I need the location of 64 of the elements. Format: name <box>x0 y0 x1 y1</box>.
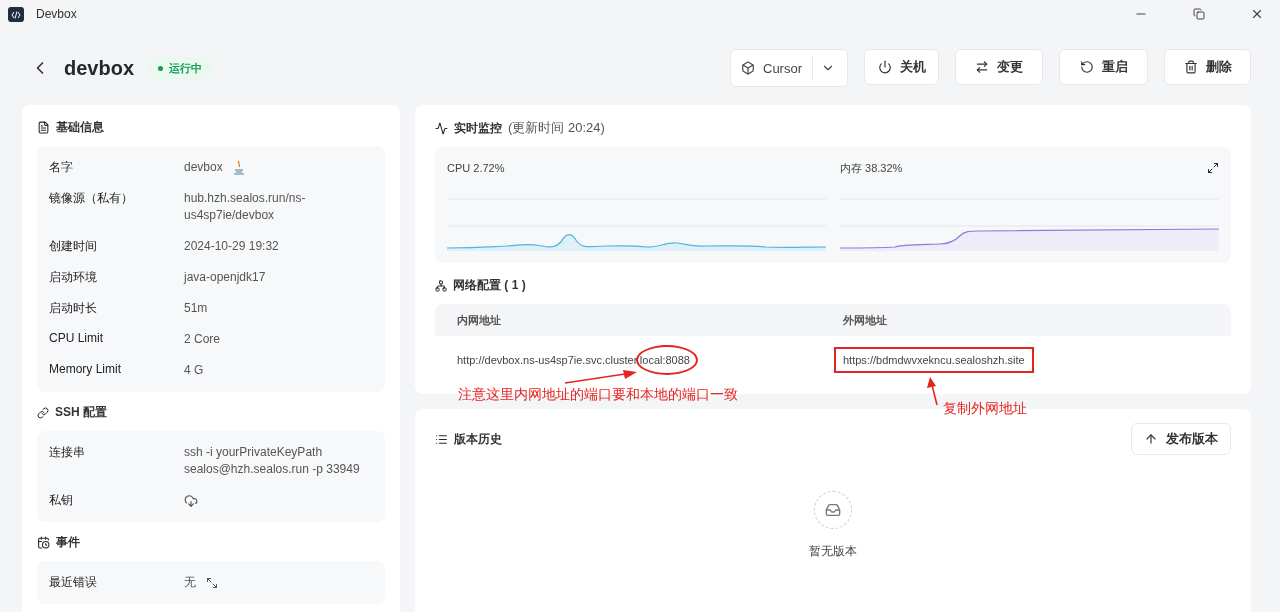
list-icon <box>435 432 448 446</box>
power-icon <box>877 60 892 74</box>
shutdown-button[interactable]: 关机 <box>864 49 939 85</box>
annotation-arrow <box>565 370 637 384</box>
app-icon <box>8 6 24 22</box>
close-icon <box>1250 7 1264 21</box>
restart-button[interactable]: 重启 <box>1059 49 1148 85</box>
field-label: 启动环境 <box>49 269 98 286</box>
section-title: 网络配置 ( 1 ) <box>453 277 526 294</box>
field-label: CPU Limit <box>49 331 104 347</box>
field-label: Memory Limit <box>49 362 122 378</box>
network-icon <box>435 279 447 292</box>
field-label: 最近错误 <box>49 574 98 591</box>
link-icon <box>37 406 49 419</box>
field-value: java-openjdk17 <box>184 269 266 286</box>
section-title: 基础信息 <box>56 119 104 136</box>
field-label: 创建时间 <box>49 238 98 255</box>
section-title: 事件 <box>56 534 80 551</box>
section-title: 实时监控 <box>454 119 502 137</box>
publish-button[interactable]: 发布版本 <box>1131 423 1231 455</box>
download-icon[interactable] <box>184 493 198 508</box>
field-value: devbox <box>184 159 223 176</box>
status-badge: 运行中 <box>148 56 213 80</box>
annotation-arrow <box>927 377 939 405</box>
section-title: 版本历史 <box>454 430 502 448</box>
upload-icon <box>1144 432 1158 446</box>
empty-text: 暂无版本 <box>809 543 857 560</box>
field-value: 2 Core <box>184 331 221 348</box>
field-value: 51m <box>184 300 208 317</box>
devbox-name: devbox <box>64 56 135 80</box>
chart-icon <box>435 121 448 135</box>
field-value: 无 <box>184 574 196 591</box>
ide-button[interactable]: Cursor <box>731 57 813 79</box>
field-label: 镜像源（私有） <box>49 190 134 207</box>
annotation-text: 复制外网地址 <box>943 400 1027 418</box>
field-label: 连接串 <box>49 444 86 461</box>
delete-icon <box>1183 60 1198 74</box>
field-label: 启动时长 <box>49 300 98 317</box>
update-time: (更新时间 20:24) <box>508 119 605 137</box>
cube-icon <box>741 61 755 75</box>
field-label: 私钥 <box>49 492 74 509</box>
restore-icon <box>1193 8 1205 20</box>
expand-icon[interactable] <box>1207 162 1219 174</box>
calendar-icon <box>37 536 50 549</box>
expand-icon[interactable] <box>206 576 218 589</box>
coffee-cup-icon <box>232 159 245 176</box>
section-title: SSH 配置 <box>55 404 107 421</box>
delete-button[interactable]: 删除 <box>1164 49 1251 85</box>
metric-label: CPU 2.72% <box>447 162 505 174</box>
swap-icon <box>975 60 989 74</box>
column-header: 内网地址 <box>457 312 502 328</box>
field-value: 2024-10-29 19:32 <box>184 238 279 255</box>
annotation-text: 注意这里内网地址的端口要和本地的端口一致 <box>458 386 738 404</box>
metric-label: 内存 38.32% <box>840 160 903 176</box>
window-title: Devbox <box>36 7 78 21</box>
document-icon <box>37 121 50 134</box>
field-value: ssh -i yourPrivateKeyPath sealos@hzh.sealos.run -p 33949 <box>184 444 361 478</box>
field-value: hub.hzh.sealos.run/ns-us4sp7ie/devbox <box>184 190 307 224</box>
field-label: 名字 <box>49 159 74 176</box>
address-cell: https://bdmdwvxekncu.sealoshzh.site <box>843 354 1025 366</box>
change-button[interactable]: 变更 <box>955 49 1043 85</box>
column-header: 外网地址 <box>843 312 888 328</box>
restart-icon <box>1079 60 1094 74</box>
field-value: 4 G <box>184 362 204 379</box>
